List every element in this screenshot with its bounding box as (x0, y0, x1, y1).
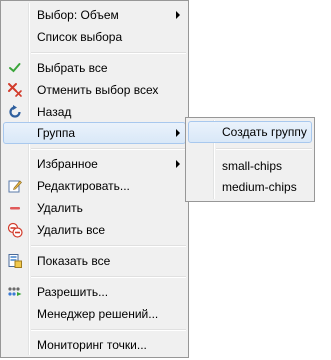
menu-item-label: Выбрать все (37, 61, 108, 75)
submenu-item-label: Создать группу (222, 125, 307, 139)
edit-icon (7, 178, 23, 194)
menu-item-point-monitoring[interactable]: Мониторинг точки... (3, 334, 186, 356)
menu-item-back[interactable]: Назад (3, 101, 186, 123)
menu-separator (31, 245, 186, 247)
submenu-arrow-icon (176, 129, 180, 137)
menu-item-selection-list[interactable]: Список выбора (3, 26, 186, 48)
submenu-item-small-chips[interactable]: small-chips (188, 155, 312, 177)
menu-item-selection-volume[interactable]: Выбор: Объем (3, 4, 186, 26)
menu-item-label: Редактировать... (37, 179, 130, 193)
group-submenu: Создать группу small-chips medium-chips (185, 117, 315, 202)
menu-item-edit[interactable]: Редактировать... (3, 175, 186, 197)
menu-item-label: Группа (37, 126, 76, 140)
menu-item-delete[interactable]: Удалить (3, 197, 186, 219)
check-icon (7, 60, 23, 76)
menu-item-label: Удалить (37, 201, 83, 215)
submenu-arrow-icon (176, 11, 180, 19)
menu-separator (31, 329, 186, 331)
menu-item-select-all[interactable]: Выбрать все (3, 57, 186, 79)
context-menu: Выбор: Объем Список выбора Выбрать все О… (0, 0, 189, 358)
cross-icon (7, 82, 23, 98)
menu-item-show-all[interactable]: Показать все (3, 250, 186, 272)
undo-icon (7, 104, 23, 120)
submenu-item-label: small-chips (222, 159, 283, 173)
menu-item-deselect-all[interactable]: Отменить выбор всех (3, 79, 186, 101)
menu-item-label: Выбор: Объем (37, 8, 119, 22)
menu-item-favorites[interactable]: Избранное (3, 153, 186, 175)
resolve-icon (7, 284, 23, 300)
menu-item-label: Список выбора (37, 30, 123, 44)
menu-item-label: Показать все (37, 254, 111, 268)
menu-item-label: Разрешить... (37, 285, 109, 299)
menu-item-label: Избранное (37, 157, 98, 171)
menu-separator (31, 276, 186, 278)
show-all-icon (7, 253, 23, 269)
menu-item-label: Мониторинг точки... (37, 338, 147, 352)
submenu-item-medium-chips[interactable]: medium-chips (188, 176, 312, 198)
submenu-item-create-group[interactable]: Создать группу (188, 121, 312, 143)
menu-item-resolve[interactable]: Разрешить... (3, 281, 186, 303)
menu-item-delete-all[interactable]: Удалить все (3, 219, 186, 241)
menu-item-label: Менеджер решений... (37, 307, 159, 321)
minus-icon (7, 200, 23, 216)
menu-item-group[interactable]: Группа (3, 122, 186, 144)
menu-item-solution-manager[interactable]: Менеджер решений... (3, 303, 186, 325)
menu-item-label: Удалить все (37, 223, 106, 237)
menu-item-label: Назад (37, 105, 72, 119)
menu-separator (31, 52, 186, 54)
delete-all-icon (7, 222, 23, 238)
menu-item-label: Отменить выбор всех (37, 83, 159, 97)
menu-separator (31, 148, 186, 150)
menu-separator (216, 148, 312, 150)
submenu-arrow-icon (176, 160, 180, 168)
submenu-item-label: medium-chips (222, 180, 297, 194)
